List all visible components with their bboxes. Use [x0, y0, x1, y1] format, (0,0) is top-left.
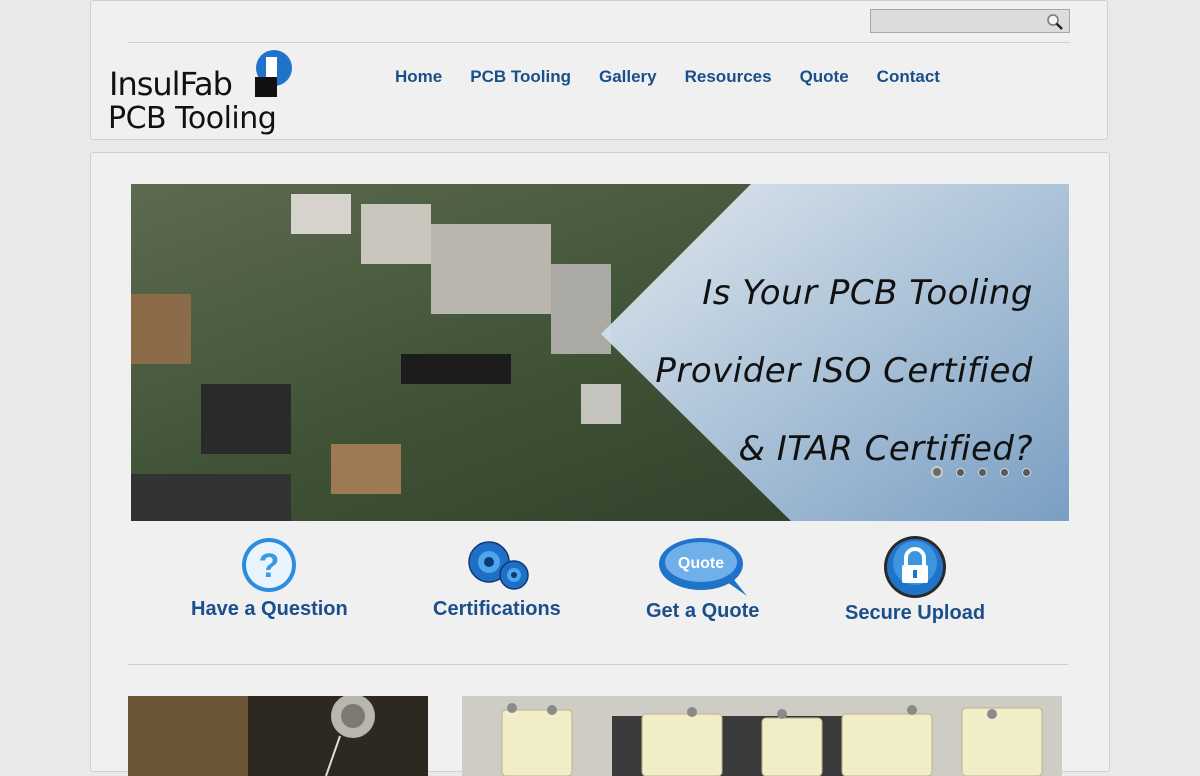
content-divider	[128, 664, 1068, 665]
search-input[interactable]	[873, 12, 1042, 32]
nav-quote[interactable]: Quote	[786, 67, 863, 87]
logo-line1: InsulFab	[109, 65, 233, 103]
nav-gallery[interactable]: Gallery	[585, 67, 671, 87]
gears-icon	[468, 541, 529, 590]
logo-mark-icon	[255, 50, 292, 97]
slider-dot-2[interactable]	[956, 468, 965, 477]
quote-bubble-icon: Quote	[658, 538, 747, 596]
feature-secure-upload[interactable]: Secure Upload	[845, 536, 985, 625]
lock-icon	[884, 536, 947, 598]
hero-headline: Is Your PCB Tooling Provider ISO Certifi…	[655, 254, 1033, 488]
site-logo[interactable]: InsulFab PCB Tooling	[107, 47, 297, 139]
feature-get-a-quote[interactable]: Quote Get a Quote	[646, 536, 759, 623]
slider-dot-5[interactable]	[1022, 468, 1031, 477]
search-icon[interactable]	[1045, 12, 1065, 32]
feature-label-question: Have a Question	[191, 598, 348, 620]
slider-dots	[931, 466, 1031, 478]
feature-certifications[interactable]: Certifications	[433, 536, 561, 621]
site-header: InsulFab PCB Tooling Home PCB Tooling Ga…	[90, 0, 1108, 140]
hero-line-1: Is Your PCB Tooling	[702, 273, 1033, 313]
header-divider	[128, 42, 1070, 43]
hero-line-2: Provider ISO Certified	[655, 351, 1033, 391]
search-box	[870, 9, 1070, 33]
logo-line2: PCB Tooling	[108, 101, 277, 136]
fixture-photo	[462, 696, 1062, 776]
drill-photo	[128, 696, 428, 776]
main-content: Is Your PCB Tooling Provider ISO Certifi…	[90, 152, 1110, 776]
main-nav: Home PCB Tooling Gallery Resources Quote…	[381, 67, 954, 87]
feature-links: ? Have a Question Certifications Quote G…	[91, 536, 1109, 626]
drill-image	[128, 696, 428, 776]
hero-slider[interactable]: Is Your PCB Tooling Provider ISO Certifi…	[131, 184, 1069, 521]
feature-have-a-question[interactable]: ? Have a Question	[191, 536, 348, 621]
quote-bubble-text: Quote	[678, 555, 724, 572]
feature-label-certifications: Certifications	[433, 598, 561, 620]
slider-dot-4[interactable]	[1000, 468, 1009, 477]
slider-dot-1[interactable]	[931, 466, 943, 478]
nav-contact[interactable]: Contact	[863, 67, 954, 87]
question-icon: ?	[242, 538, 297, 592]
nav-resources[interactable]: Resources	[671, 67, 786, 87]
feature-label-quote: Get a Quote	[646, 600, 760, 622]
slider-dot-3[interactable]	[978, 468, 987, 477]
svg-text:?: ?	[259, 547, 280, 585]
feature-label-upload: Secure Upload	[845, 602, 986, 624]
nav-home[interactable]: Home	[381, 67, 456, 87]
nav-pcb-tooling[interactable]: PCB Tooling	[456, 67, 585, 87]
fixture-image	[462, 696, 1062, 776]
